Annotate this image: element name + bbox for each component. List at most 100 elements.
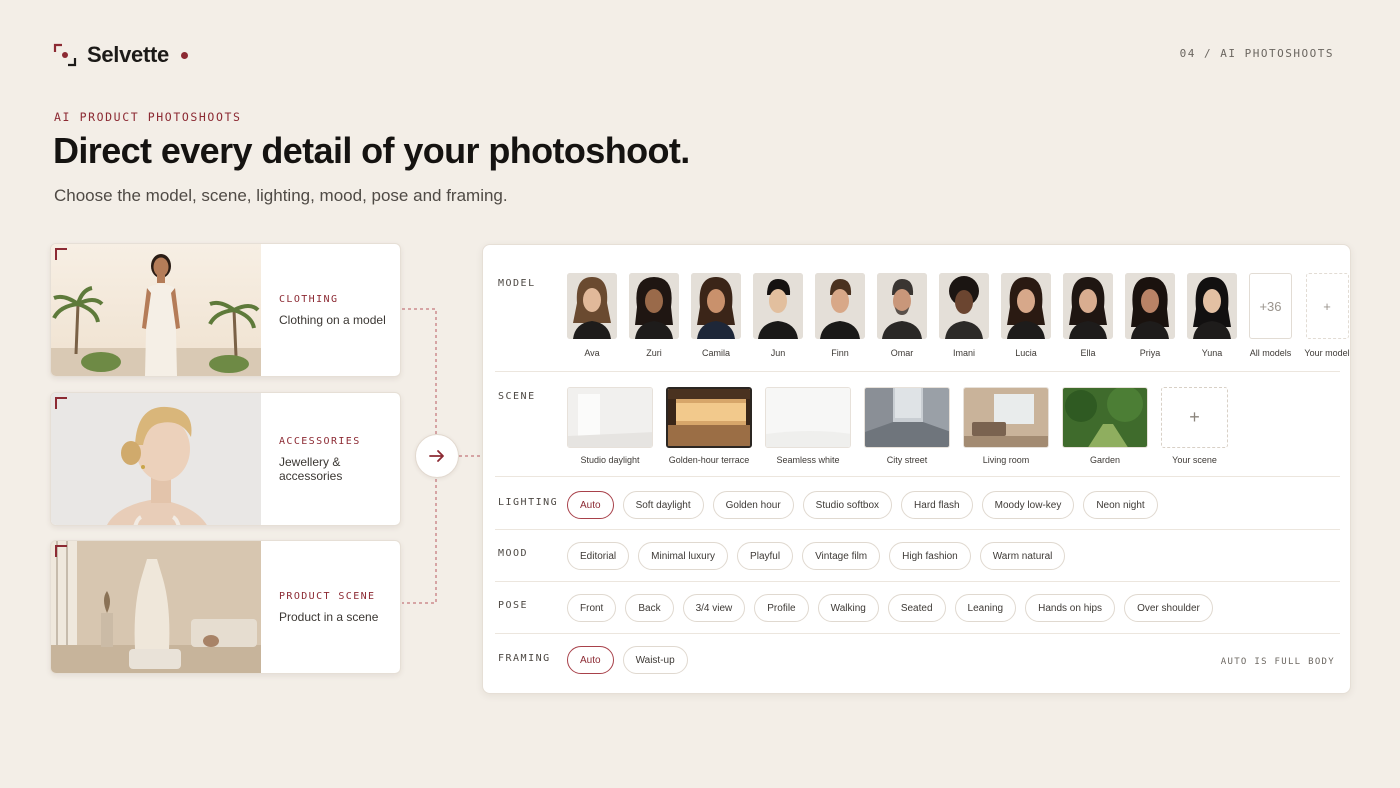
- scene-option[interactable]: Studio daylight: [567, 387, 653, 465]
- corner-marker: [55, 545, 67, 557]
- pose-chip[interactable]: Profile: [754, 594, 809, 622]
- model-portrait: [877, 273, 927, 339]
- model-portrait: [567, 273, 617, 339]
- your-model-button[interactable]: + Your model: [1304, 273, 1350, 358]
- pose-chip[interactable]: Seated: [887, 594, 946, 622]
- model-option[interactable]: Omar: [877, 273, 927, 358]
- mood-chip[interactable]: Editorial: [567, 542, 630, 570]
- mood-chip[interactable]: Playful: [737, 542, 794, 570]
- lighting-chip[interactable]: Soft daylight: [622, 491, 704, 519]
- lighting-chip[interactable]: Moody low-key: [981, 491, 1075, 519]
- lighting-chip[interactable]: Studio softbox: [802, 491, 893, 519]
- scene-thumbnail: [963, 387, 1049, 448]
- plus-icon: +: [1305, 273, 1349, 339]
- accessories-model-photo: [51, 393, 261, 525]
- model-option[interactable]: Zuri: [629, 273, 679, 358]
- category-card-accessories[interactable]: ACCESSORIES Jewellery & accessories: [50, 392, 401, 526]
- model-portrait: [1187, 273, 1237, 339]
- model-option[interactable]: Ella: [1063, 273, 1113, 358]
- scene-option[interactable]: Seamless white: [765, 387, 851, 465]
- corner-marker: [55, 248, 67, 260]
- category-description: Jewellery & accessories: [279, 454, 343, 483]
- pose-chip[interactable]: Walking: [817, 594, 879, 622]
- pose-chip[interactable]: Leaning: [954, 594, 1017, 622]
- mood-chip[interactable]: Minimal luxury: [638, 542, 729, 570]
- category-card-clothing[interactable]: CLOTHING Clothing on a model: [50, 243, 401, 377]
- brand-dot: [180, 51, 188, 59]
- lighting-chip[interactable]: Hard flash: [901, 491, 973, 519]
- scene-option[interactable]: Living room: [963, 387, 1049, 465]
- model-option[interactable]: Yuna: [1187, 273, 1237, 358]
- model-portrait: [691, 273, 741, 339]
- pose-chip[interactable]: Hands on hips: [1025, 594, 1116, 622]
- framing-options: Auto Waist-up: [567, 646, 688, 674]
- arrow-right-icon: [429, 450, 444, 462]
- model-option[interactable]: Camila: [691, 273, 741, 358]
- model-portrait: [815, 273, 865, 339]
- scene-option[interactable]: Golden-hour terrace: [666, 387, 752, 465]
- your-scene-button[interactable]: + Your scene: [1161, 387, 1228, 465]
- photoshoot-settings-panel: MODEL Ava Zuri Camila Jun Finn Omar Iman…: [482, 244, 1351, 694]
- scene-thumbnail: [666, 387, 752, 448]
- brand-logo[interactable]: Selvette: [53, 42, 188, 68]
- scene-thumbnail: [1062, 387, 1148, 448]
- lighting-chip[interactable]: Neon night: [1083, 491, 1158, 519]
- divider: [495, 581, 1340, 582]
- category-description: Clothing on a model: [279, 312, 386, 327]
- lighting-chip-auto[interactable]: Auto: [567, 491, 614, 519]
- model-list: Ava Zuri Camila Jun Finn Omar Imani Luci…: [567, 273, 1350, 358]
- model-option[interactable]: Ava: [567, 273, 617, 358]
- category-label: ACCESSORIES: [279, 435, 361, 447]
- mood-chip[interactable]: Vintage film: [802, 542, 881, 570]
- model-portrait: [1001, 273, 1051, 339]
- model-option[interactable]: Priya: [1125, 273, 1175, 358]
- pose-chip[interactable]: 3/4 view: [682, 594, 746, 622]
- lighting-chip[interactable]: Golden hour: [712, 491, 794, 519]
- mood-chip[interactable]: High fashion: [889, 542, 971, 570]
- model-option[interactable]: Imani: [939, 273, 989, 358]
- pose-chip[interactable]: Back: [625, 594, 674, 622]
- model-row-label: MODEL: [498, 278, 536, 289]
- model-portrait: [939, 273, 989, 339]
- mood-options: Editorial Minimal luxury Playful Vintage…: [567, 542, 1066, 570]
- clothing-model-photo: [51, 244, 261, 376]
- plus-icon: +: [1161, 387, 1228, 448]
- divider: [495, 529, 1340, 530]
- all-models-count: +36: [1249, 273, 1292, 339]
- pose-row-label: POSE: [498, 600, 529, 611]
- pose-chip[interactable]: Over shoulder: [1124, 594, 1213, 622]
- next-arrow-button[interactable]: [415, 434, 459, 478]
- mood-chip[interactable]: Warm natural: [979, 542, 1066, 570]
- model-portrait: [629, 273, 679, 339]
- framing-chip[interactable]: Waist-up: [622, 646, 688, 674]
- scene-row-label: SCENE: [498, 391, 536, 402]
- pose-options: Front Back 3/4 view Profile Walking Seat…: [567, 594, 1213, 622]
- divider: [495, 476, 1340, 477]
- model-portrait: [1063, 273, 1113, 339]
- mood-row-label: MOOD: [498, 548, 529, 559]
- model-option[interactable]: Lucia: [1001, 273, 1051, 358]
- brand-name: Selvette: [87, 42, 169, 67]
- category-card-product-scene[interactable]: PRODUCT SCENE Product in a scene: [50, 540, 401, 674]
- page-subtitle: Choose the model, scene, lighting, mood,…: [54, 186, 508, 205]
- model-portrait: [1125, 273, 1175, 339]
- model-portrait: [753, 273, 803, 339]
- category-label: CLOTHING: [279, 293, 339, 305]
- scene-thumbnail: [864, 387, 950, 448]
- model-option[interactable]: Finn: [815, 273, 865, 358]
- divider: [495, 633, 1340, 634]
- pose-chip[interactable]: Front: [567, 594, 617, 622]
- model-option[interactable]: Jun: [753, 273, 803, 358]
- scene-list: Studio daylight Golden-hour terrace Seam…: [567, 387, 1228, 465]
- corner-marker: [55, 397, 67, 409]
- category-label: PRODUCT SCENE: [279, 590, 376, 602]
- framing-chip-auto[interactable]: Auto: [567, 646, 614, 674]
- scene-thumbnail: [765, 387, 851, 448]
- all-models-button[interactable]: +36 All models: [1249, 273, 1292, 358]
- category-description: Product in a scene: [279, 609, 379, 624]
- lighting-row-label: LIGHTING: [498, 497, 559, 508]
- scene-option[interactable]: Garden: [1062, 387, 1148, 465]
- page-indicator: 04 / AI PHOTOSHOOTS: [1179, 47, 1334, 60]
- divider: [495, 371, 1340, 372]
- scene-option[interactable]: City street: [864, 387, 950, 465]
